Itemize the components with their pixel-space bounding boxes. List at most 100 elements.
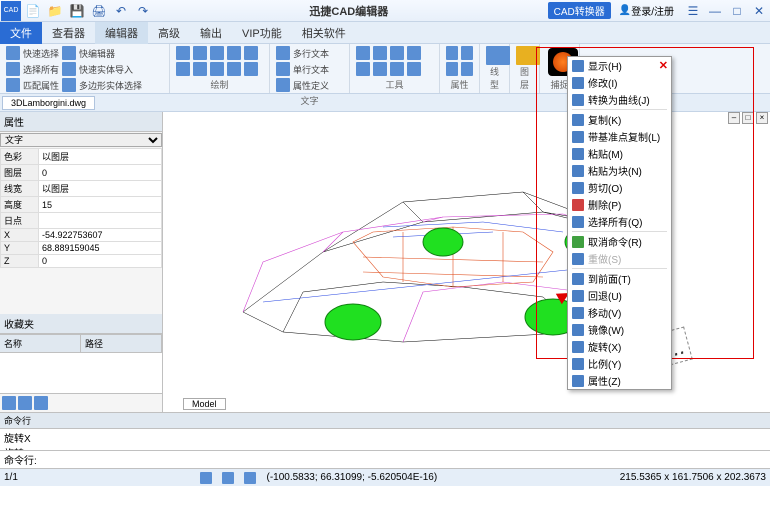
draw-icon-2[interactable]: [193, 46, 207, 60]
prop-value[interactable]: -54.922753607: [39, 229, 162, 242]
draw-icon-4[interactable]: [227, 46, 241, 60]
draw-icon-5[interactable]: [244, 46, 258, 60]
mtext-icon[interactable]: [276, 46, 290, 60]
ctx-item[interactable]: 到前面(T): [568, 270, 671, 287]
ctx-item[interactable]: 回退(U): [568, 287, 671, 304]
ctx-item[interactable]: 显示(H): [568, 57, 671, 74]
prop-value[interactable]: [39, 213, 162, 229]
ctx-item[interactable]: 属性(Z): [568, 372, 671, 389]
tab-viewer[interactable]: 查看器: [42, 22, 95, 44]
canvas-max-icon[interactable]: □: [742, 112, 754, 124]
tool-icon-8[interactable]: [407, 62, 421, 76]
prop-value[interactable]: 以图层: [39, 149, 162, 165]
linetype-icon[interactable]: [486, 46, 510, 65]
file-tab[interactable]: 文件: [0, 22, 42, 44]
attrdef-icon[interactable]: [276, 78, 290, 92]
quick-editor-icon[interactable]: [62, 46, 76, 60]
tool-icon-6[interactable]: [373, 62, 387, 76]
ctx-item-label: 比例(Y): [588, 356, 621, 371]
undo-icon[interactable]: ↶: [111, 1, 131, 21]
ctx-item[interactable]: 重做(S): [568, 250, 671, 267]
match-props-icon[interactable]: [6, 78, 20, 92]
ctx-item[interactable]: 粘贴为块(N): [568, 162, 671, 179]
tool-icon-2[interactable]: [373, 46, 387, 60]
ctx-item[interactable]: 选择所有(Q): [568, 213, 671, 230]
ctx-item[interactable]: 移动(V): [568, 304, 671, 321]
ctx-item[interactable]: 带基准点复制(L): [568, 128, 671, 145]
tab-vip[interactable]: VIP功能: [232, 22, 292, 44]
select-all-icon[interactable]: [6, 62, 20, 76]
polygon-select-icon[interactable]: [62, 78, 76, 92]
tool-icon-7[interactable]: [390, 62, 404, 76]
canvas-close-icon[interactable]: ×: [756, 112, 768, 124]
props-icon-4[interactable]: [461, 62, 473, 76]
ctx-item[interactable]: 剪切(O): [568, 179, 671, 196]
mtext-label: 多行文本: [293, 47, 329, 60]
ctx-item[interactable]: 修改(I): [568, 74, 671, 91]
ctx-item[interactable]: 取消命令(R): [568, 233, 671, 250]
prop-key: 高度: [1, 197, 39, 213]
entity-type-combo[interactable]: 文字: [0, 133, 162, 147]
prop-value[interactable]: 0: [39, 165, 162, 181]
prop-value[interactable]: 68.889159045: [39, 242, 162, 255]
ctx-item-icon: [572, 307, 584, 319]
tool-icon-1[interactable]: [356, 46, 370, 60]
status-icon-1[interactable]: [200, 472, 212, 484]
open-icon[interactable]: 📁: [45, 1, 65, 21]
close-icon[interactable]: ✕: [749, 1, 769, 21]
tab-output[interactable]: 输出: [190, 22, 232, 44]
canvas-min-icon[interactable]: –: [728, 112, 740, 124]
fav-add-icon[interactable]: [2, 396, 16, 410]
ctx-item[interactable]: 比例(Y): [568, 355, 671, 372]
redo-icon[interactable]: ↷: [133, 1, 153, 21]
model-tab[interactable]: Model: [183, 398, 226, 410]
tab-related[interactable]: 相关软件: [292, 22, 356, 44]
draw-icon-3[interactable]: [210, 46, 224, 60]
ctx-item[interactable]: 旋转(X): [568, 338, 671, 355]
draw-icon-7[interactable]: [193, 62, 207, 76]
draw-icon-8[interactable]: [210, 62, 224, 76]
doc-tab-item[interactable]: 3DLamborgini.dwg: [2, 96, 95, 110]
tab-editor[interactable]: 编辑器: [95, 22, 148, 44]
ctx-item[interactable]: 复制(K): [568, 111, 671, 128]
ctx-item[interactable]: 删除(P): [568, 196, 671, 213]
ctx-item[interactable]: 粘贴(M): [568, 145, 671, 162]
ctx-item[interactable]: 转换为曲线(J): [568, 91, 671, 108]
cad-converter-badge[interactable]: CAD转换器: [548, 2, 611, 19]
context-menu: ✕ 显示(H)修改(I)转换为曲线(J) 复制(K)带基准点复制(L)粘贴(M)粘…: [567, 56, 672, 390]
props-icon-3[interactable]: [446, 62, 458, 76]
command-input[interactable]: [37, 452, 766, 467]
draw-icon-6[interactable]: [176, 62, 190, 76]
fav-del-icon[interactable]: [34, 396, 48, 410]
ctx-item[interactable]: 镜像(W): [568, 321, 671, 338]
props-icon-2[interactable]: [461, 46, 473, 60]
save-icon[interactable]: 💾: [67, 1, 87, 21]
prop-value[interactable]: 以图层: [39, 181, 162, 197]
print-icon[interactable]: 🖨: [89, 1, 109, 21]
maximize-icon[interactable]: □: [727, 1, 747, 21]
ctx-item-icon: [572, 290, 584, 302]
prop-value[interactable]: 0: [39, 255, 162, 268]
tool-icon-4[interactable]: [407, 46, 421, 60]
new-icon[interactable]: 📄: [23, 1, 43, 21]
canvas-area[interactable]: – □ ×: [163, 112, 770, 412]
quick-select-icon[interactable]: [6, 46, 20, 60]
menu-icon[interactable]: ☰: [683, 1, 703, 21]
draw-icon-9[interactable]: [227, 62, 241, 76]
minimize-icon[interactable]: —: [705, 1, 725, 21]
tool-icon-5[interactable]: [356, 62, 370, 76]
tool-icon-3[interactable]: [390, 46, 404, 60]
status-icon-3[interactable]: [244, 472, 256, 484]
prop-value[interactable]: 15: [39, 197, 162, 213]
tab-advanced[interactable]: 高级: [148, 22, 190, 44]
draw-icon-1[interactable]: [176, 46, 190, 60]
status-icon-2[interactable]: [222, 472, 234, 484]
import-entity-icon[interactable]: [62, 62, 76, 76]
login-link[interactable]: 👤 登录/注册: [619, 3, 674, 18]
draw-icon-10[interactable]: [244, 62, 258, 76]
fav-open-icon[interactable]: [18, 396, 32, 410]
stext-icon[interactable]: [276, 62, 290, 76]
layer-icon[interactable]: [516, 46, 540, 65]
props-icon-1[interactable]: [446, 46, 458, 60]
ctx-close-icon[interactable]: ✕: [659, 59, 668, 72]
